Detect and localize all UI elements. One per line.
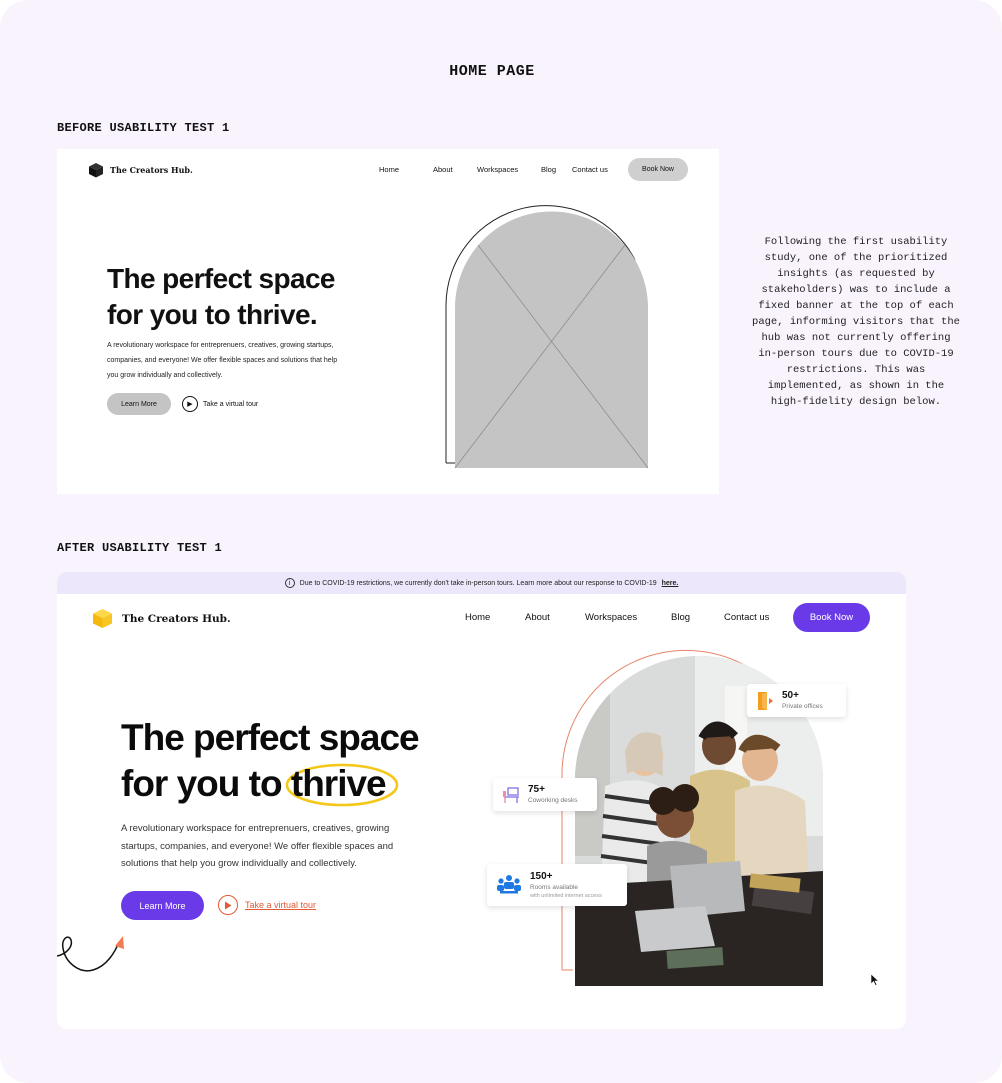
before-section-label: BEFORE USABILITY TEST 1 bbox=[57, 121, 230, 135]
meeting-room-icon bbox=[497, 875, 521, 894]
desk-icon bbox=[503, 786, 519, 803]
squiggle-arrow-icon bbox=[57, 936, 124, 972]
wf-heading: The perfect space for you to thrive. bbox=[107, 261, 336, 333]
page-title: HOME PAGE bbox=[449, 63, 535, 80]
stat-private-offices-number: 50+ bbox=[782, 690, 799, 701]
hf-learn-more-button[interactable]: Learn More bbox=[121, 891, 204, 920]
info-icon: i bbox=[284, 578, 295, 588]
play-icon: ▶ bbox=[182, 396, 198, 412]
wf-heading-line2: for you to thrive. bbox=[107, 299, 318, 330]
hf-nav-contact[interactable]: Contact us bbox=[724, 612, 769, 623]
hf-nav-workspaces[interactable]: Workspaces bbox=[585, 612, 637, 623]
wf-nav-contact[interactable]: Contact us bbox=[572, 165, 608, 174]
hf-heading-line1: The perfect space bbox=[121, 717, 420, 758]
stat-private-offices: 50+ Private offices bbox=[747, 684, 846, 717]
wf-brand-name: The Creators Hub. bbox=[110, 165, 193, 175]
presentation-canvas: HOME PAGE BEFORE USABILITY TEST 1 The Cr… bbox=[0, 0, 1002, 1083]
usability-note: Following the first usability study, one… bbox=[752, 236, 960, 408]
stat-rooms-number: 150+ bbox=[530, 870, 553, 882]
stat-rooms-available: 150+ Rooms available with unlimited inte… bbox=[487, 864, 627, 906]
hf-nav-about[interactable]: About bbox=[525, 612, 550, 623]
cube-logo-icon bbox=[93, 609, 112, 628]
covid-banner-link[interactable]: here. bbox=[662, 580, 679, 587]
wf-logo[interactable]: The Creators Hub. bbox=[88, 162, 193, 178]
hf-nav-blog[interactable]: Blog bbox=[671, 612, 690, 623]
mouse-cursor-icon bbox=[871, 974, 879, 986]
hf-logo[interactable]: The Creators Hub. bbox=[92, 608, 231, 629]
image-placeholder bbox=[445, 205, 649, 469]
stat-rooms-label: Rooms available bbox=[530, 883, 579, 891]
hf-heading-highlight: thrive bbox=[290, 763, 387, 804]
wireframe-home-page: The Creators Hub. Home About Workspaces … bbox=[57, 149, 719, 494]
hf-heading-line2: for you to thrive bbox=[121, 761, 419, 807]
hf-brand-name: The Creators Hub. bbox=[122, 612, 231, 625]
stat-rooms-sub: with unlimited internet access bbox=[530, 892, 602, 899]
stat-coworking-desks-number: 75+ bbox=[528, 784, 545, 795]
hf-nav-home[interactable]: Home bbox=[465, 612, 490, 623]
play-icon bbox=[218, 895, 238, 915]
cube-logo-icon bbox=[89, 163, 103, 178]
hf-book-now-button[interactable]: Book Now bbox=[793, 603, 870, 632]
hf-virtual-tour-label: Take a virtual tour bbox=[245, 900, 317, 910]
hf-description: A revolutionary workspace for entreprenu… bbox=[121, 823, 394, 869]
after-section-label: AFTER USABILITY TEST 1 bbox=[57, 541, 223, 555]
hifi-home-page: i Due to COVID-19 restrictions, we curre… bbox=[57, 572, 906, 1029]
wf-virtual-tour-link[interactable]: ▶ Take a virtual tour bbox=[182, 396, 258, 412]
wf-virtual-tour-label: Take a virtual tour bbox=[203, 400, 259, 408]
wf-nav-workspaces[interactable]: Workspaces bbox=[477, 165, 541, 174]
hf-heading-prefix: for you to bbox=[121, 763, 283, 804]
covid-banner-text: Due to COVID-19 restrictions, we current… bbox=[299, 579, 657, 587]
wf-nav-about[interactable]: About bbox=[433, 165, 477, 174]
wf-nav-home[interactable]: Home bbox=[379, 165, 433, 174]
stat-coworking-desks-label: Coworking desks bbox=[528, 797, 578, 804]
wf-nav: Home About Workspaces Blog Contact us bbox=[379, 165, 608, 174]
door-icon bbox=[758, 691, 773, 710]
wf-heading-line1: The perfect space bbox=[107, 263, 336, 294]
covid-banner: i Due to COVID-19 restrictions, we curre… bbox=[57, 572, 906, 594]
wf-nav-blog[interactable]: Blog bbox=[541, 165, 572, 174]
wf-description: A revolutionary workspace for entreprenu… bbox=[107, 342, 338, 379]
wf-learn-more-button[interactable]: Learn More bbox=[107, 393, 171, 415]
wf-book-now-button[interactable]: Book Now bbox=[628, 158, 688, 181]
thrive-highlight: thrive bbox=[285, 761, 399, 807]
stat-coworking-desks: 75+ Coworking desks bbox=[493, 778, 597, 811]
stat-private-offices-label: Private offices bbox=[782, 703, 823, 710]
hf-virtual-tour-link[interactable]: Take a virtual tour bbox=[218, 895, 316, 915]
hf-heading: The perfect space for you to thrive bbox=[121, 715, 420, 807]
